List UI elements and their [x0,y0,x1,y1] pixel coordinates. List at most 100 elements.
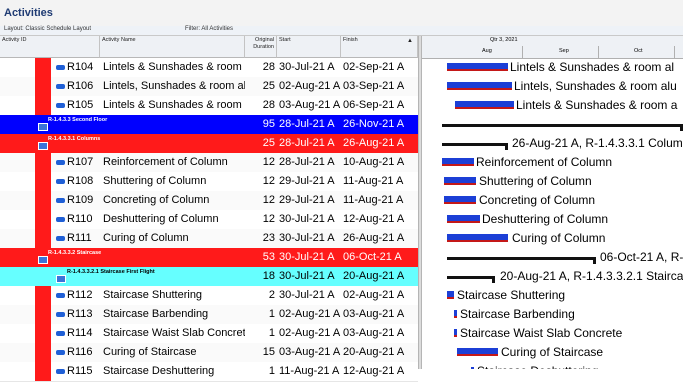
wbs-code[interactable]: R-1.4.3.3 Second Floor [48,117,107,124]
gantt-activity-bar[interactable] [447,291,454,299]
activity-row[interactable]: R110 Deshuttering of Column 12 30-Jul-21… [0,210,418,230]
activity-row[interactable]: R105 Lintels & Sunshades & room a 28 03-… [0,96,418,116]
activity-row[interactable]: R106 Lintels, Sunshades & room alu 25 02… [0,77,418,97]
activity-name[interactable]: Lintels, Sunshades & room alu [103,77,245,96]
wbs-node-icon[interactable] [38,256,48,264]
finish-date[interactable]: 20-Aug-21 A [343,343,418,362]
original-duration[interactable]: 53 [245,248,275,267]
gantt-activity-bar[interactable] [457,348,498,356]
activity-name[interactable]: Reinforcement of Column [103,153,245,172]
wbs-row[interactable]: R-1.4.3.3.2 Staircase 53 30-Jul-21 A 06-… [0,248,418,267]
layout-label[interactable]: Layout: Classic Schedule Layout [4,26,91,32]
activity-id[interactable]: R107 [67,153,100,172]
original-duration[interactable]: 18 [245,267,275,286]
finish-date[interactable]: 06-Oct-21 A [343,248,418,267]
original-duration[interactable]: 28 [245,58,275,77]
activity-row[interactable]: R109 Concreting of Column 12 29-Jul-21 A… [0,191,418,211]
start-date[interactable]: 02-Aug-21 A [279,305,341,324]
activity-name[interactable]: Deshuttering of Column [103,210,245,229]
gantt-activity-bar[interactable] [454,310,457,318]
activity-name[interactable]: Curing of Staircase [103,343,245,362]
activity-name[interactable]: Lintels & Sunshades & room a [103,96,245,115]
activity-row[interactable]: R107 Reinforcement of Column 12 28-Jul-2… [0,153,418,173]
column-header-activity-id[interactable]: Activity ID [0,36,100,58]
activity-id[interactable]: R110 [67,210,100,229]
finish-date[interactable]: 12-Aug-21 A [343,210,418,229]
activity-name[interactable]: Curing of Column [103,229,245,248]
gantt-activity-bar[interactable] [444,196,476,204]
start-date[interactable]: 29-Jul-21 A [279,191,341,210]
finish-date[interactable]: 02-Aug-21 A [343,286,418,305]
gantt-activity-bar[interactable] [442,158,474,166]
activity-id[interactable]: R115 [67,362,100,381]
start-date[interactable]: 28-Jul-21 A [279,134,341,153]
gantt-activity-bar[interactable] [447,82,512,90]
original-duration[interactable]: 95 [245,115,275,134]
finish-date[interactable]: 12-Aug-21 A [343,362,418,381]
wbs-node-icon[interactable] [38,123,48,131]
original-duration[interactable]: 1 [245,305,275,324]
activity-id[interactable]: R106 [67,77,100,96]
original-duration[interactable]: 1 [245,324,275,343]
layout-filter-bar[interactable]: Layout: Classic Schedule Layout Filter: … [0,26,683,36]
original-duration[interactable]: 12 [245,153,275,172]
start-date[interactable]: 11-Aug-21 A [279,362,341,381]
activity-name[interactable]: Staircase Shuttering [103,286,245,305]
original-duration[interactable]: 2 [245,286,275,305]
wbs-row[interactable]: R-1.4.3.3.2.1 Staircase First Flight 18 … [0,267,418,286]
finish-date[interactable]: 10-Aug-21 A [343,153,418,172]
activity-row[interactable]: R116 Curing of Staircase 15 03-Aug-21 A … [0,343,418,363]
activity-id[interactable]: R114 [67,324,100,343]
gantt-summary-bar[interactable] [442,124,683,127]
start-date[interactable]: 03-Aug-21 A [279,343,341,362]
original-duration[interactable]: 12 [245,210,275,229]
activity-id[interactable]: R113 [67,305,100,324]
activity-row[interactable]: R113 Staircase Barbending 1 02-Aug-21 A … [0,305,418,325]
finish-date[interactable]: 03-Aug-21 A [343,324,418,343]
gantt-summary-bar[interactable] [447,276,495,279]
activity-row[interactable]: R108 Shuttering of Column 12 29-Jul-21 A… [0,172,418,192]
activity-id[interactable]: R116 [67,343,100,362]
finish-date[interactable]: 26-Aug-21 A [343,134,418,153]
column-header-start[interactable]: Start [277,36,341,58]
start-date[interactable]: 02-Aug-21 A [279,77,341,96]
activity-row[interactable]: R115 Staircase Deshuttering 1 11-Aug-21 … [0,362,418,382]
finish-date[interactable]: 11-Aug-21 A [343,172,418,191]
gantt-activity-bar[interactable] [447,234,508,242]
start-date[interactable]: 30-Jul-21 A [279,286,341,305]
activity-name[interactable]: Concreting of Column [103,191,245,210]
finish-date[interactable]: 06-Sep-21 A [343,96,418,115]
activity-id[interactable]: R105 [67,96,100,115]
finish-date[interactable]: 26-Nov-21 A [343,115,418,134]
start-date[interactable]: 03-Aug-21 A [279,96,341,115]
gantt-activity-bar[interactable] [454,329,457,337]
activity-row[interactable]: R114 Staircase Waist Slab Concrete 1 02-… [0,324,418,344]
finish-date[interactable]: 03-Sep-21 A [343,77,418,96]
original-duration[interactable]: 23 [245,229,275,248]
activity-row[interactable]: R111 Curing of Column 23 30-Jul-21 A 26-… [0,229,418,249]
original-duration[interactable]: 28 [245,96,275,115]
wbs-node-icon[interactable] [38,142,48,150]
finish-date[interactable]: 11-Aug-21 A [343,191,418,210]
wbs-code[interactable]: R-1.4.3.3.2.1 Staircase First Flight [67,269,155,276]
activity-name[interactable]: Staircase Barbending [103,305,245,324]
finish-date[interactable]: 26-Aug-21 A [343,229,418,248]
original-duration[interactable]: 15 [245,343,275,362]
gantt-activity-bar[interactable] [447,215,480,223]
wbs-code[interactable]: R-1.4.3.3.1 Columns [48,136,100,143]
filter-label[interactable]: Filter: All Activities [185,26,233,32]
activity-row[interactable]: R104 Lintels & Sunshades & room a 28 30-… [0,58,418,78]
column-header-finish[interactable]: Finish ▲ [341,36,418,58]
start-date[interactable]: 28-Jul-21 A [279,115,341,134]
activity-table[interactable]: R104 Lintels & Sunshades & room a 28 30-… [0,58,418,382]
original-duration[interactable]: 25 [245,134,275,153]
start-date[interactable]: 30-Jul-21 A [279,267,341,286]
start-date[interactable]: 30-Jul-21 A [279,248,341,267]
activity-id[interactable]: R112 [67,286,100,305]
activity-name[interactable]: Staircase Deshuttering [103,362,245,381]
finish-date[interactable]: 02-Sep-21 A [343,58,418,77]
gantt-summary-bar[interactable] [447,257,596,260]
start-date[interactable]: 30-Jul-21 A [279,229,341,248]
original-duration[interactable]: 1 [245,362,275,381]
activity-row[interactable]: R112 Staircase Shuttering 2 30-Jul-21 A … [0,286,418,306]
